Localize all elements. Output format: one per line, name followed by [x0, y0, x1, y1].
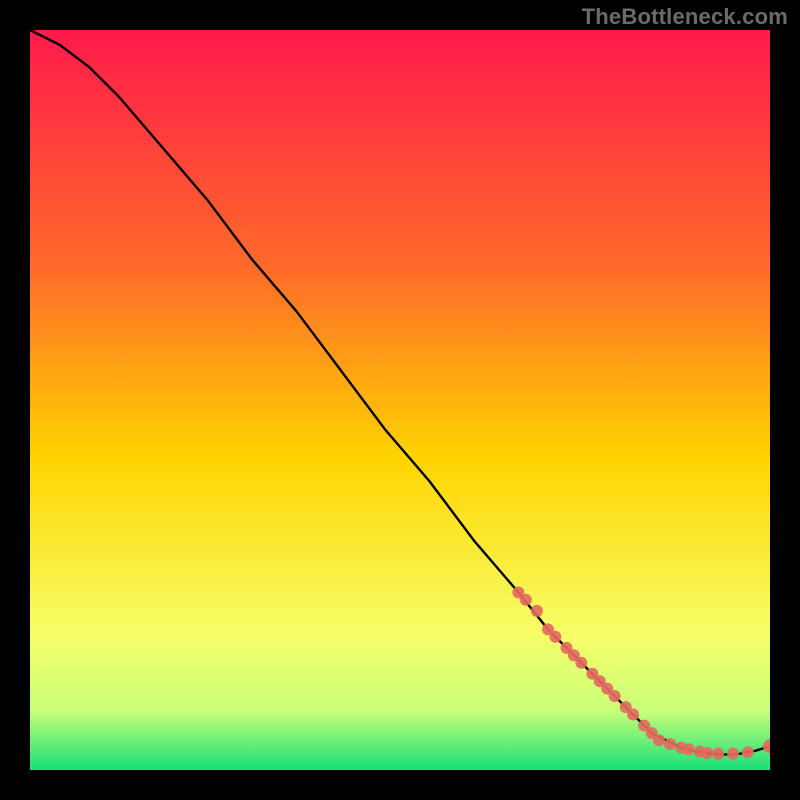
data-point [627, 709, 639, 721]
data-point [712, 748, 724, 760]
gradient-background [30, 30, 770, 770]
data-point [653, 734, 665, 746]
chart-stage: TheBottleneck.com [0, 0, 800, 800]
plot-area [30, 30, 770, 770]
data-point [609, 690, 621, 702]
plot-svg [30, 30, 770, 770]
data-point [742, 746, 754, 758]
data-point [664, 738, 676, 750]
data-point [531, 605, 543, 617]
watermark-label: TheBottleneck.com [582, 4, 788, 30]
data-point [727, 748, 739, 760]
data-point [683, 743, 695, 755]
data-point [549, 631, 561, 643]
data-point [520, 594, 532, 606]
data-point [701, 747, 713, 759]
data-point [575, 657, 587, 669]
